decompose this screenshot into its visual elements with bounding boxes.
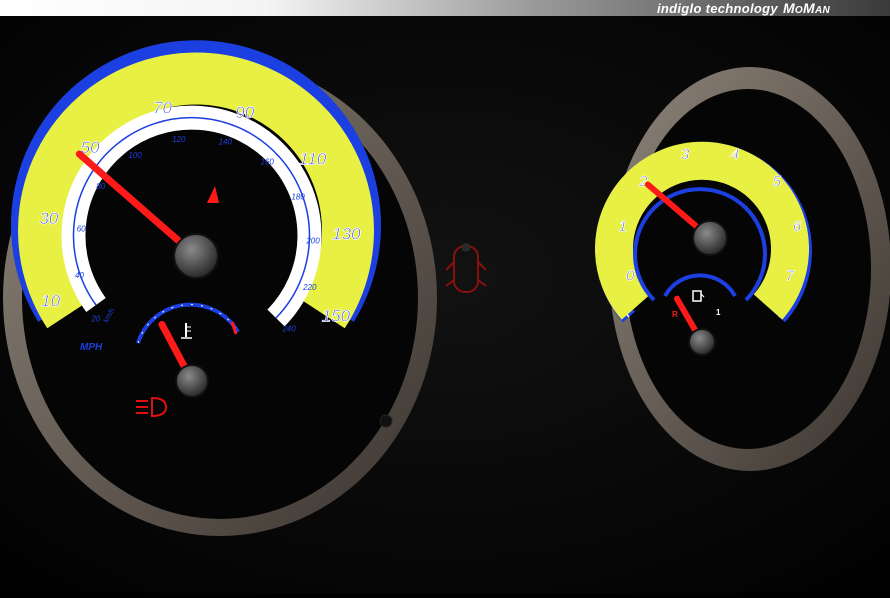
- rpm-tick-label: 5: [773, 173, 782, 190]
- mph-tick-label: 90: [235, 103, 254, 122]
- kmh-tick-label: 240: [281, 324, 296, 333]
- kmh-tick-label: 20: [90, 314, 100, 323]
- kmh-tick-label: 60: [77, 224, 86, 233]
- mph-tick-label: 150: [322, 306, 351, 325]
- rpm-tick-label: 3: [681, 146, 690, 163]
- mph-tick-label: 110: [299, 150, 327, 169]
- rpm-tick-label: 1: [619, 218, 627, 235]
- fuel-reserve-label: R: [672, 310, 678, 319]
- speedometer-hub: [173, 233, 219, 279]
- kmh-tick-label: 220: [302, 283, 317, 292]
- kmh-tick-label: 80: [96, 182, 105, 191]
- brand-text: indiglo technology: [657, 1, 778, 16]
- top-banner: indiglo technology MoMan: [0, 0, 890, 16]
- rpm-tick-label: 4: [731, 146, 739, 163]
- bezel-reset-knob[interactable]: [379, 414, 393, 428]
- mph-tick-label: 70: [153, 99, 172, 118]
- brand-label: indiglo technology MoMan: [657, 0, 830, 16]
- kmh-tick-label: 120: [172, 135, 186, 144]
- brand-name: MoMan: [782, 0, 830, 16]
- tachometer-face: [625, 89, 871, 449]
- mph-tick-label: 130: [332, 225, 361, 244]
- cluster-svg: 10305070 90110130150 20406080100120 140160…: [0, 16, 890, 593]
- kmh-tick-label: 180: [291, 193, 305, 202]
- kmh-tick-label: 40: [75, 271, 84, 280]
- mph-unit-label: MPH: [80, 342, 103, 353]
- kmh-tick-label: 200: [305, 237, 320, 246]
- rpm-tick-label: 0: [626, 267, 635, 284]
- kmh-tick-label: 160: [261, 158, 275, 167]
- mph-tick-label: 10: [41, 291, 60, 310]
- fuel-full-label: 1: [716, 308, 721, 317]
- mph-tick-label: 30: [39, 209, 58, 228]
- tachometer-hub: [692, 220, 728, 256]
- rpm-tick-label: 6: [793, 218, 802, 235]
- temp-gauge-hub: [175, 364, 209, 398]
- kmh-tick-label: 100: [128, 151, 142, 160]
- instrument-cluster-photo: 10 30 50 70 90 110 130 150 20 40 60 80 100 120 140 160…: [0, 16, 890, 593]
- kmh-tick-label: 140: [219, 138, 233, 147]
- rpm-tick-label: 7: [786, 267, 795, 284]
- fuel-gauge-hub: [688, 328, 716, 356]
